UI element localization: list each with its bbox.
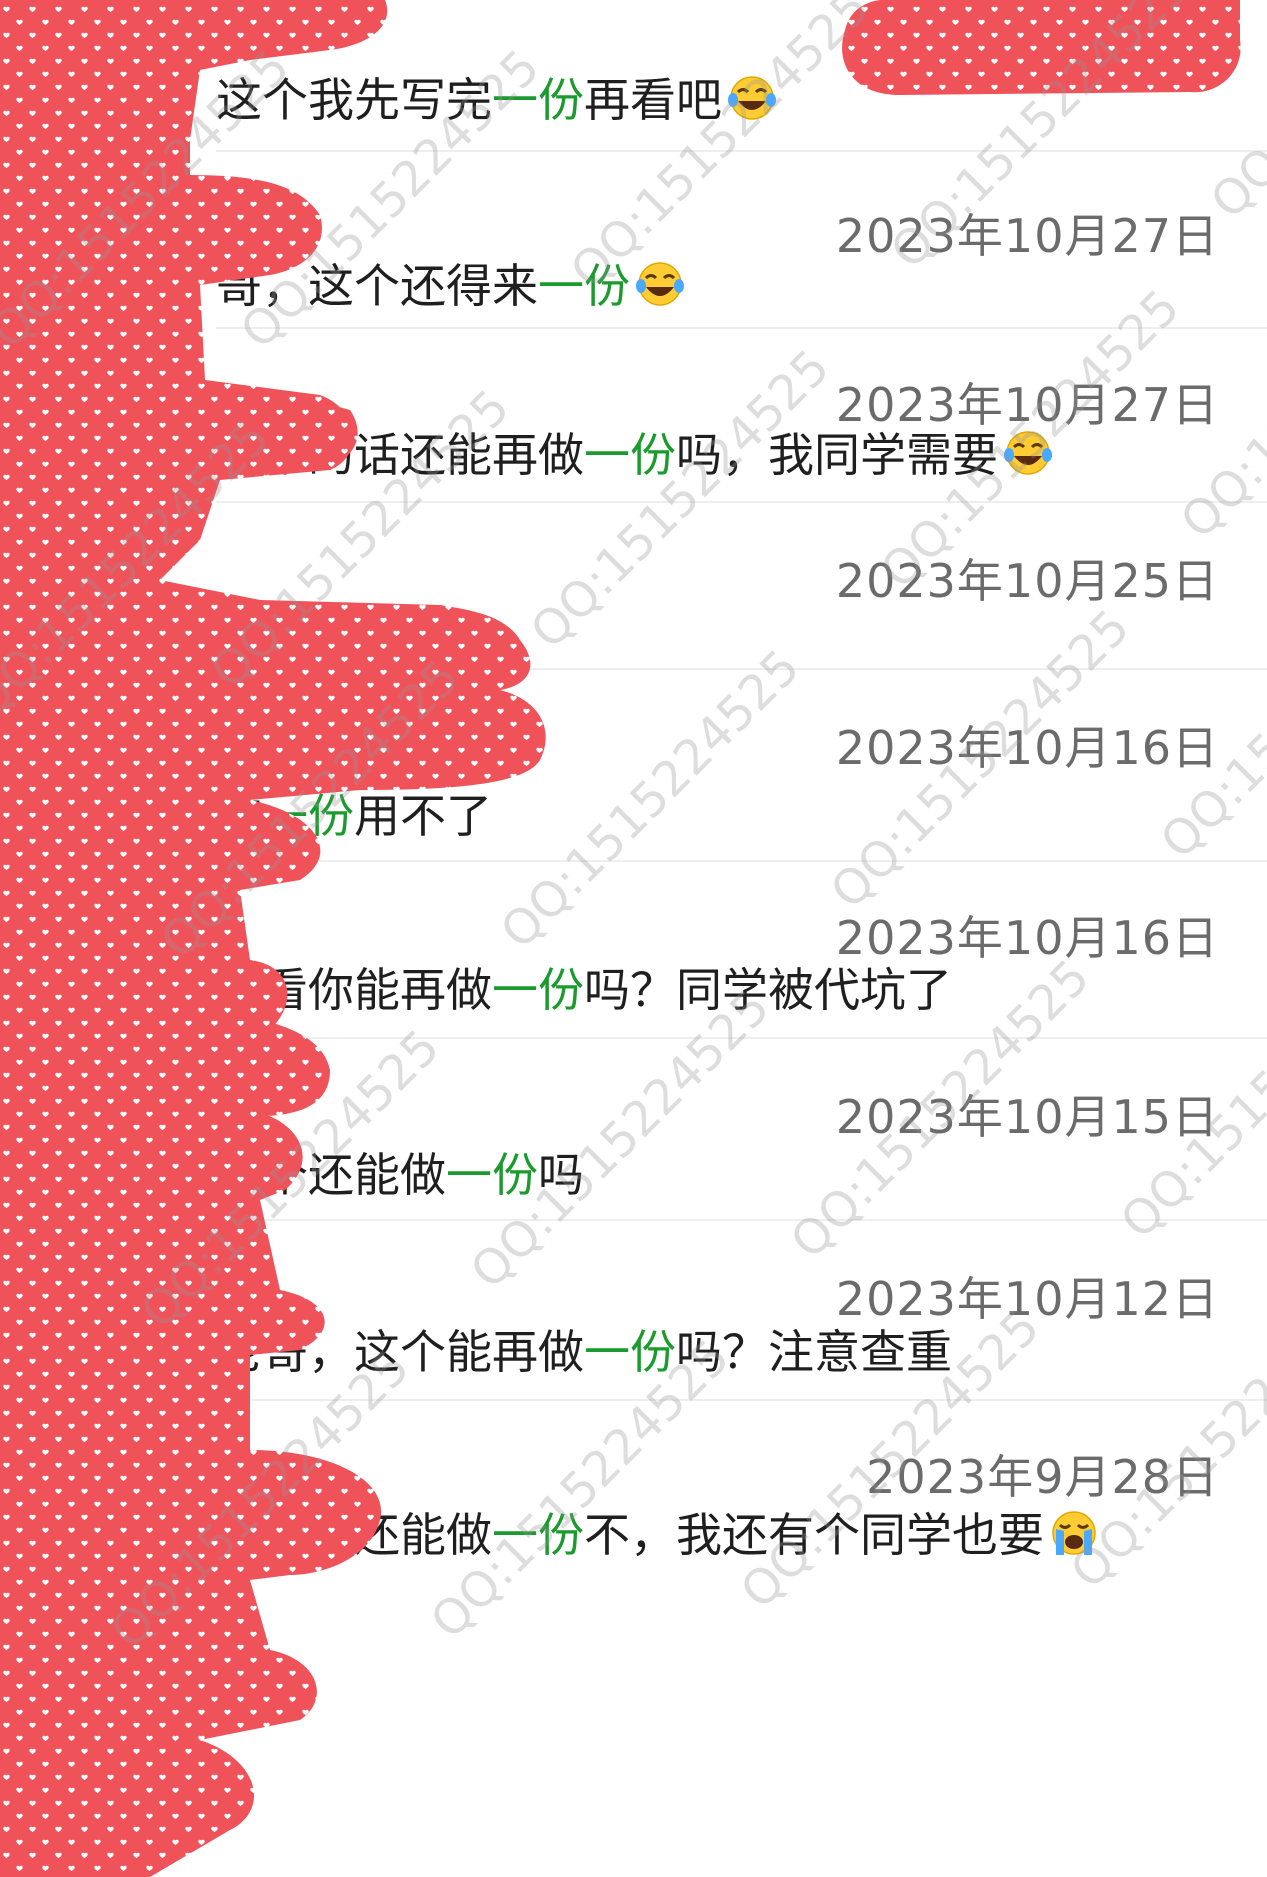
list-item[interactable]: 2023年10月16日 这一份用不了 bbox=[0, 670, 1267, 860]
message-date: 2023年10月25日 bbox=[835, 554, 1219, 608]
message-snippet: 老哥，还能做一份不，我还有个同学也要 bbox=[216, 1499, 1100, 1565]
message-snippet: 这一份用不了 bbox=[216, 789, 492, 843]
message-snippet: 你看你能再做一份吗？同学被代坑了 bbox=[216, 963, 952, 1017]
message-snippet: 老哥，这个能再做一份吗？注意查重 bbox=[216, 1325, 952, 1379]
laughing-tears-emoji-icon bbox=[1004, 431, 1052, 475]
list-item[interactable]: 2023年10月27日 这个的话还能再做一份吗，我同学需要 bbox=[0, 329, 1267, 501]
message-snippet: 这个的话还能再做一份吗，我同学需要 bbox=[216, 419, 1054, 485]
search-results-list: 这个我先写完一份再看吧 2023年10月27日 哥，这个还得来一份 2023年1… bbox=[0, 0, 1267, 1877]
list-item[interactable]: 2023年10月27日 哥，这个还得来一份 bbox=[0, 152, 1267, 327]
highlighted-keyword: 一份 bbox=[492, 73, 584, 127]
message-date: 2023年9月28日 bbox=[866, 1450, 1219, 1504]
message-date: 2023年10月15日 bbox=[835, 1090, 1219, 1144]
highlighted-keyword: 一份 bbox=[262, 789, 354, 843]
list-item[interactable]: 2023年9月28日 老哥，还能做一份不，我还有个同学也要 bbox=[0, 1401, 1267, 1877]
list-item[interactable]: 2023年10月15日 这个还能做一份吗 bbox=[0, 1039, 1267, 1219]
highlighted-keyword: 一份 bbox=[446, 1148, 538, 1202]
highlighted-keyword: 一份 bbox=[492, 963, 584, 1017]
message-snippet: 这个还能做一份吗 bbox=[216, 1148, 584, 1202]
list-item[interactable]: 2023年10月25日 bbox=[0, 503, 1267, 668]
laughing-tears-emoji-icon bbox=[636, 262, 684, 306]
highlighted-keyword: 一份 bbox=[492, 1508, 584, 1562]
message-snippet: 这个我先写完一份再看吧 bbox=[216, 64, 778, 130]
list-item[interactable]: 2023年10月16日 你看你能再做一份吗？同学被代坑了 bbox=[0, 862, 1267, 1037]
list-item[interactable]: 这个我先写完一份再看吧 bbox=[0, 0, 1267, 150]
highlighted-keyword: 一份 bbox=[538, 259, 630, 313]
laughing-tears-emoji-icon bbox=[728, 76, 776, 120]
list-item[interactable]: 2023年10月12日 老哥，这个能再做一份吗？注意查重 bbox=[0, 1221, 1267, 1399]
message-snippet: 哥，这个还得来一份 bbox=[216, 250, 686, 316]
highlighted-keyword: 一份 bbox=[584, 1325, 676, 1379]
message-date: 2023年10月27日 bbox=[835, 209, 1219, 263]
crying-face-emoji-icon bbox=[1052, 1511, 1096, 1555]
message-date: 2023年10月16日 bbox=[835, 721, 1219, 775]
highlighted-keyword: 一份 bbox=[584, 428, 676, 482]
